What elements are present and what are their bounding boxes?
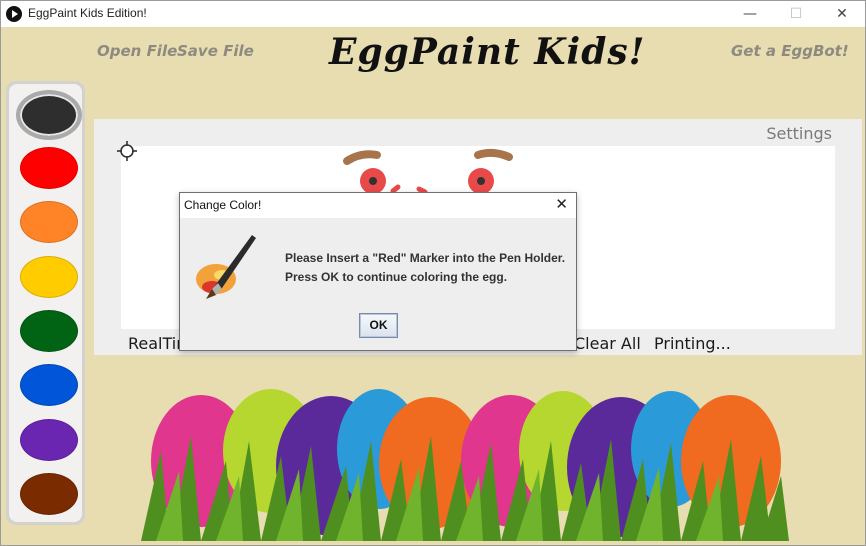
- minimize-button[interactable]: —: [727, 1, 773, 27]
- dialog-message: Please Insert a "Red" Marker into the Pe…: [285, 249, 565, 287]
- palette-tray: [9, 84, 82, 522]
- save-file-link[interactable]: Save File: [177, 42, 254, 60]
- crosshair-icon[interactable]: [117, 141, 137, 161]
- settings-link[interactable]: Settings: [766, 124, 832, 143]
- window-title: EggPaint Kids Edition!: [28, 6, 147, 20]
- app-window: EggPaint Kids Edition! — ☐ ✕ Open File S…: [0, 0, 866, 546]
- maximize-button[interactable]: ☐: [773, 1, 819, 27]
- swatch-blue[interactable]: [20, 364, 78, 406]
- swatch-orange[interactable]: [20, 201, 78, 243]
- open-file-link[interactable]: Open File: [97, 42, 177, 60]
- swatch-purple[interactable]: [20, 419, 78, 461]
- title-bar: EggPaint Kids Edition! — ☐ ✕: [1, 1, 865, 27]
- close-button[interactable]: ✕: [819, 1, 865, 27]
- app-logo: EggPaint Kids!: [329, 31, 646, 73]
- dialog-title: Change Color!: [184, 198, 262, 212]
- swatch-yellow[interactable]: [20, 256, 78, 298]
- dialog-title-bar: Change Color! ✕: [180, 193, 576, 218]
- get-eggbot-link[interactable]: Get a EggBot!: [731, 42, 849, 60]
- change-color-dialog: Change Color! ✕ Please Insert a "Red" Ma…: [179, 192, 577, 351]
- dialog-close-icon[interactable]: ✕: [555, 195, 568, 213]
- easter-eggs-illustration: [141, 389, 789, 541]
- app-icon: [6, 6, 22, 22]
- swatch-red[interactable]: [20, 147, 78, 189]
- dialog-message-line2: Press OK to continue coloring the egg.: [285, 270, 508, 284]
- swatch-brown[interactable]: [20, 473, 78, 515]
- dialog-message-line1: Please Insert a "Red" Marker into the Pe…: [285, 251, 566, 265]
- ok-button[interactable]: OK: [359, 313, 398, 338]
- paintbrush-icon: [196, 235, 256, 299]
- swatch-green[interactable]: [20, 310, 78, 352]
- clear-all-button[interactable]: Clear All: [574, 334, 641, 353]
- color-palette: [6, 81, 85, 525]
- printing-status: Printing...: [654, 334, 731, 353]
- swatch-black[interactable]: [16, 90, 82, 140]
